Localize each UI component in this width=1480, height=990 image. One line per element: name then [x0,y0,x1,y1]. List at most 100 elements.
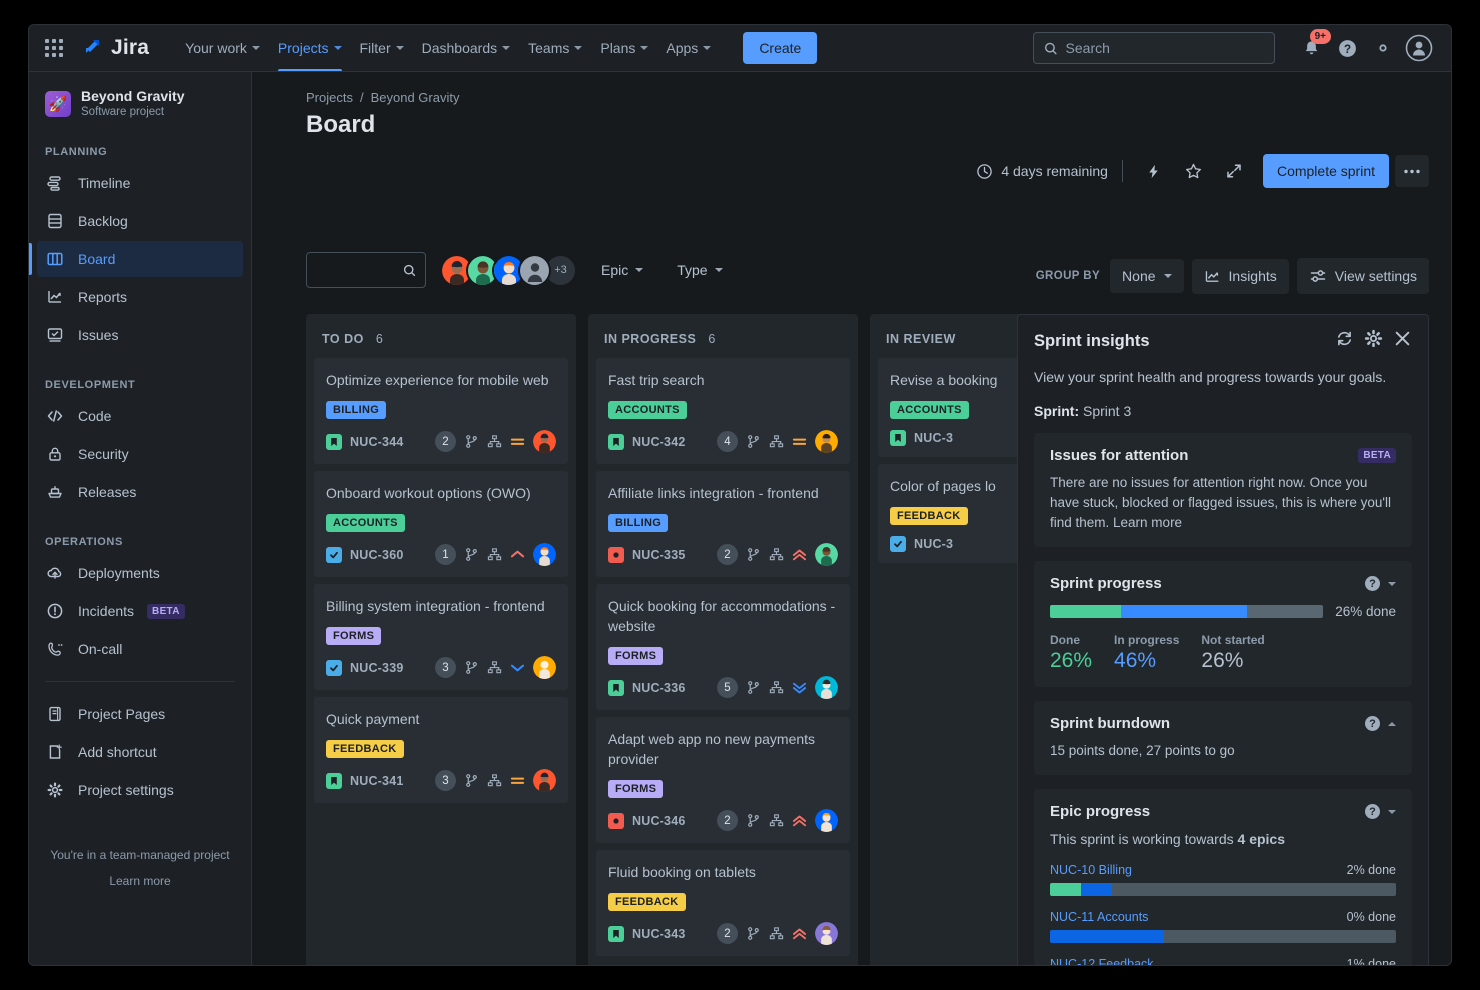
sidebar-item-board[interactable]: Board [37,241,243,277]
nav-teams[interactable]: Teams [520,25,590,71]
avatar[interactable] [533,430,556,453]
issue-key[interactable]: NUC-344 [350,435,404,449]
issue-key[interactable]: NUC-343 [632,927,686,941]
sidebar-item-on-call[interactable]: On-call [37,631,243,667]
avatar[interactable] [815,809,838,832]
nav-plans[interactable]: Plans [592,25,656,71]
epic-link[interactable]: NUC-10 Billing [1050,863,1132,877]
settings-button[interactable] [1367,32,1399,64]
sidebar-item-code[interactable]: Code [37,398,243,434]
sidebar-item-project-pages[interactable]: Project Pages [37,696,243,732]
issue-card[interactable]: Quick booking for accommodations - websi… [596,584,850,710]
svg-text:?: ? [1343,44,1350,56]
issue-key[interactable]: NUC-335 [632,548,686,562]
complete-sprint-button[interactable]: Complete sprint [1263,154,1389,188]
jira-logo[interactable]: Jira [81,36,149,60]
avatar[interactable] [815,922,838,945]
issue-key[interactable]: NUC-3 [914,537,953,551]
help-icon[interactable]: ? [1365,716,1380,731]
learn-more-link[interactable]: Learn more [109,874,170,888]
avatar[interactable] [815,543,838,566]
issue-key[interactable]: NUC-360 [350,548,404,562]
avatar[interactable] [518,254,551,287]
help-icon[interactable]: ? [1365,804,1380,819]
more-actions-button[interactable] [1395,155,1429,187]
star-button[interactable] [1177,155,1211,187]
issue-card[interactable]: Fluid booking on tablets FEEDBACK NUC-34… [596,850,850,956]
sidebar-item-incidents[interactable]: Incidents BETA [37,593,243,629]
avatar[interactable] [533,656,556,679]
chevron-up-icon[interactable] [1388,722,1396,726]
avatar[interactable] [815,430,838,453]
group-by-dropdown[interactable]: None [1110,259,1183,293]
epic-chip[interactable]: ACCOUNTS [890,401,969,419]
issue-card[interactable]: Optimize experience for mobile web BILLI… [314,358,568,464]
sidebar-item-project-settings[interactable]: Project settings [37,772,243,808]
epic-chip[interactable]: FEEDBACK [326,740,404,758]
insights-button[interactable]: Insights [1192,259,1289,294]
sidebar-item-timeline[interactable]: Timeline [37,165,243,201]
epic-chip[interactable]: FEEDBACK [890,507,968,525]
type-filter-dropdown[interactable]: Type [667,255,732,285]
epic-link[interactable]: NUC-12 Feedback [1050,957,1154,965]
nav-your-work[interactable]: Your work [177,25,268,71]
fullscreen-button[interactable] [1217,155,1251,187]
view-settings-button[interactable]: View settings [1297,258,1429,294]
refresh-button[interactable] [1335,329,1354,353]
app-switcher-icon[interactable] [41,35,67,61]
issue-card[interactable]: Billing system integration - frontend FO… [314,584,568,690]
sidebar-item-issues[interactable]: Issues [37,317,243,353]
nav-dashboards[interactable]: Dashboards [414,25,519,71]
help-icon[interactable]: ? [1365,576,1380,591]
nav-apps[interactable]: Apps [658,25,719,71]
issue-key[interactable]: NUC-339 [350,661,404,675]
issue-key[interactable]: NUC-336 [632,681,686,695]
issue-key[interactable]: NUC-3 [914,431,953,445]
create-button[interactable]: Create [743,32,817,64]
notifications-button[interactable]: 9+ [1295,32,1327,64]
issue-card[interactable]: Affiliate links integration - frontend B… [596,471,850,577]
avatar[interactable] [533,543,556,566]
sidebar-item-security[interactable]: Security [37,436,243,472]
issue-key[interactable]: NUC-342 [632,435,686,449]
epic-chip[interactable]: BILLING [326,401,386,419]
panel-settings-button[interactable] [1364,329,1383,353]
avatar[interactable] [815,676,838,699]
issue-card[interactable]: Onboard workout options (OWO) ACCOUNTS N… [314,471,568,577]
help-button[interactable]: ? [1331,32,1363,64]
epic-chip[interactable]: ACCOUNTS [326,514,405,532]
user-avatar-button[interactable] [1403,32,1435,64]
epic-chip[interactable]: FEEDBACK [608,893,686,911]
breadcrumb-beyond-gravity[interactable]: Beyond Gravity [371,90,460,105]
board-search-input[interactable] [316,263,403,278]
board-search[interactable] [306,252,426,288]
chevron-down-icon[interactable] [1388,582,1396,586]
global-search[interactable] [1033,32,1275,64]
sidebar-item-backlog[interactable]: Backlog [37,203,243,239]
sidebar-item-reports[interactable]: Reports [37,279,243,315]
sidebar-item-add-shortcut[interactable]: Add shortcut [37,734,243,770]
epic-chip[interactable]: BILLING [608,514,668,532]
avatar[interactable] [533,769,556,792]
automation-button[interactable] [1137,155,1171,187]
nav-projects[interactable]: Projects [270,25,350,71]
issue-card[interactable]: Quick payment FEEDBACK NUC-341 3 [314,697,568,803]
epic-chip[interactable]: FORMS [608,780,663,798]
sidebar-item-deployments[interactable]: Deployments [37,555,243,591]
breadcrumb-projects[interactable]: Projects [306,90,353,105]
epic-link[interactable]: NUC-11 Accounts [1050,910,1148,924]
nav-filter[interactable]: Filter [352,25,412,71]
close-panel-button[interactable] [1393,329,1412,353]
project-header[interactable]: 🚀 Beyond Gravity Software project [29,88,251,120]
sidebar-item-releases[interactable]: Releases [37,474,243,510]
issue-card[interactable]: Fast trip search ACCOUNTS NUC-342 4 [596,358,850,464]
issue-key[interactable]: NUC-346 [632,814,686,828]
issue-key[interactable]: NUC-341 [350,774,404,788]
epic-filter-dropdown[interactable]: Epic [591,255,653,285]
epic-chip[interactable]: FORMS [326,627,381,645]
search-input[interactable] [1066,40,1264,56]
chevron-down-icon[interactable] [1388,810,1396,814]
epic-chip[interactable]: ACCOUNTS [608,401,687,419]
epic-chip[interactable]: FORMS [608,647,663,665]
issue-card[interactable]: Adapt web app no new payments provider F… [596,717,850,843]
